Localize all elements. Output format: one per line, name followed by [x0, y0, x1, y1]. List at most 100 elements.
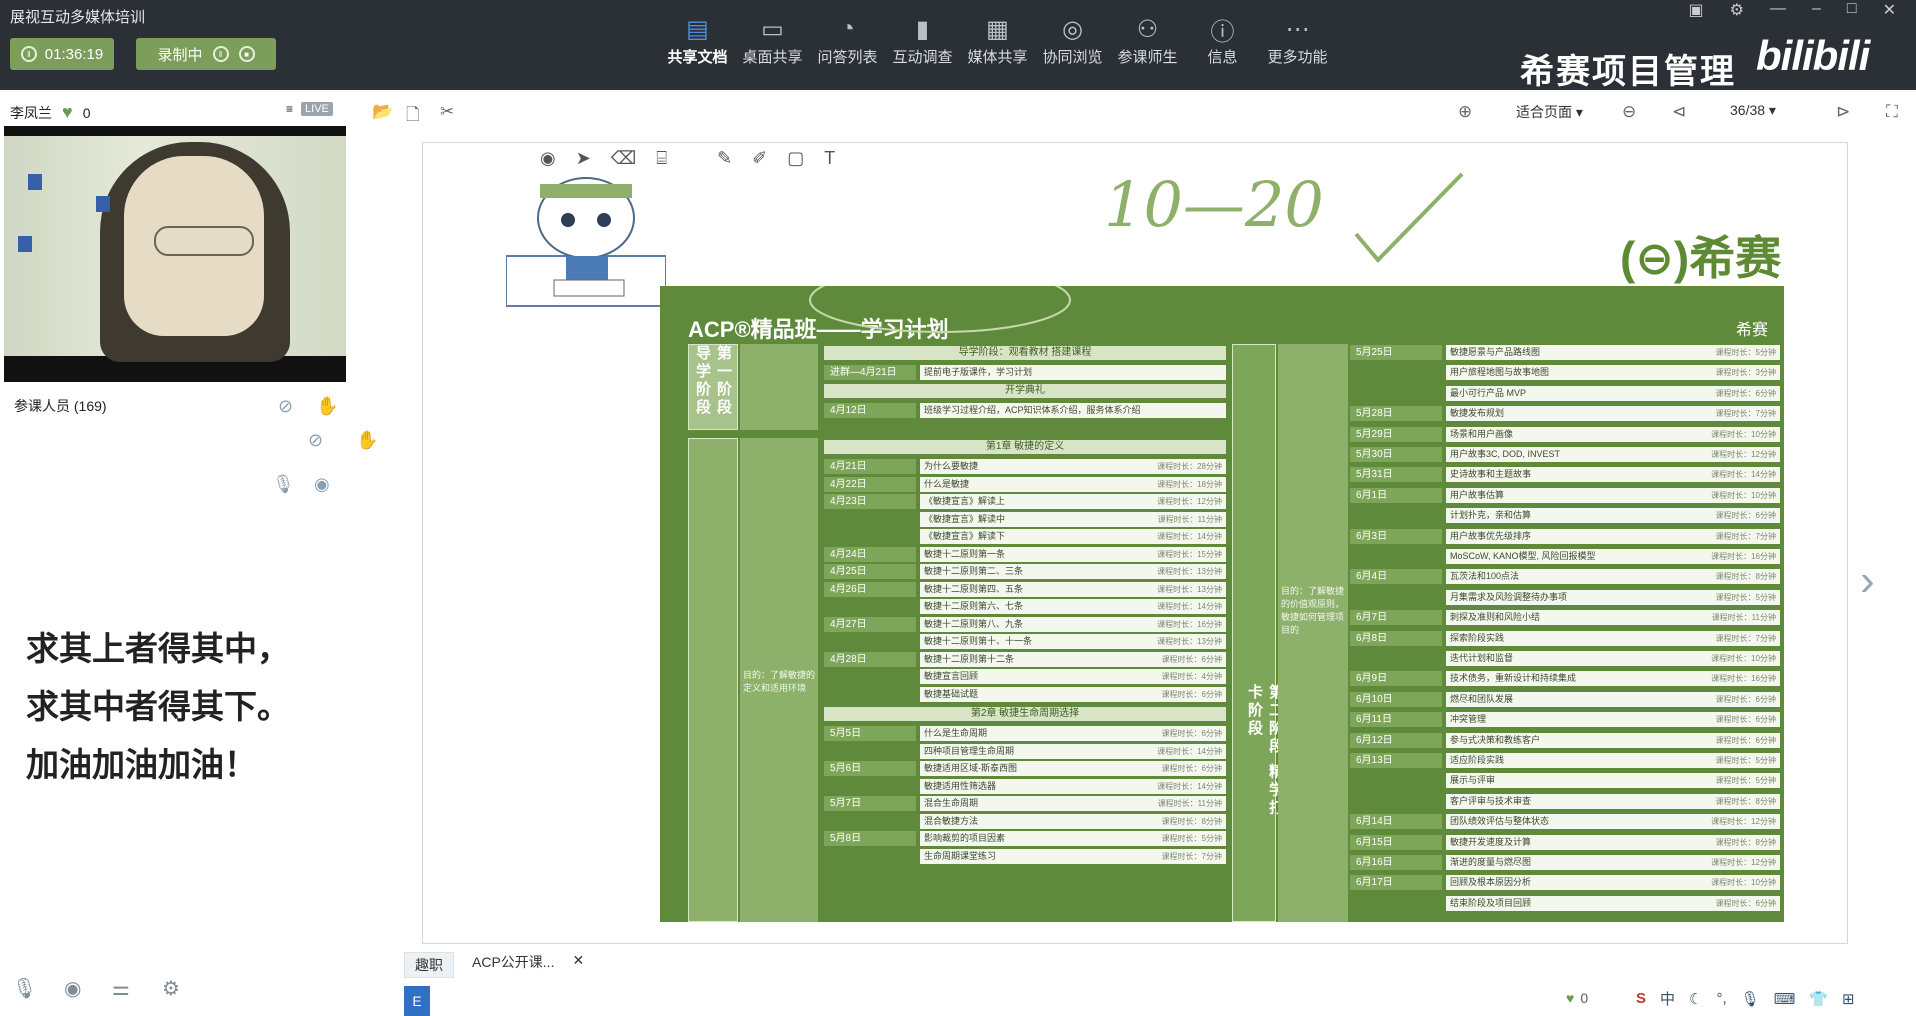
timer-button[interactable]: ‖ 01:36:19 — [10, 38, 114, 70]
nav-media-share[interactable]: ▦ 媒体共享 — [960, 12, 1035, 67]
nav-more[interactable]: ⋯ 更多功能 — [1260, 12, 1335, 67]
ime-mode[interactable]: 中 — [1660, 988, 1675, 1009]
zoom-select[interactable]: 适合页面 ▾ — [1516, 102, 1583, 122]
equalizer-icon[interactable]: ⚌ — [112, 976, 130, 1001]
stop-recording-icon[interactable]: ■ — [238, 46, 255, 62]
add-icon[interactable]: ⊕ — [1458, 102, 1472, 122]
table-row: 4月23日 《敏捷宣言》解读上 课程时长：12分钟 — [824, 493, 1226, 510]
menu-icon[interactable]: ≡ — [286, 102, 293, 116]
motto-line: 求其中者得其下。 — [26, 688, 290, 725]
mic-icon[interactable]: 🎙 — [12, 976, 37, 1001]
camera-icon[interactable]: ◉ — [314, 474, 330, 495]
grid-icon[interactable]: ⊞ — [1842, 990, 1855, 1008]
row-task: 敏捷愿景与产品路线图 课程时长：5分钟 — [1446, 345, 1780, 360]
prev-page-icon[interactable]: ⊲ — [1672, 102, 1686, 122]
maximize-icon[interactable]: □ — [1847, 0, 1857, 20]
pen-icon[interactable]: ✎ — [717, 148, 732, 169]
task-label: 结束阶段及项目回顾 — [1450, 897, 1532, 908]
table-row: 月集需求及风险调整待办事项 课程时长：5分钟 — [1350, 589, 1780, 606]
minimize-icon[interactable]: – — [1812, 0, 1821, 20]
row-task: 敏捷基础试题 课程时长：6分钟 — [920, 686, 1226, 702]
table-row: MoSCoW, KANO模型, 风险回报模型 课程时长：16分钟 — [1350, 548, 1780, 565]
hand-down-icon[interactable]: ✋ — [356, 430, 378, 451]
row-task: 参与式决策和教练客户 课程时长：6分钟 — [1446, 732, 1780, 748]
scissors-icon[interactable]: ✂ — [440, 102, 454, 122]
nav-survey[interactable]: ▮ 互动调查 — [885, 12, 960, 67]
heart-icon[interactable]: ♥ — [62, 102, 73, 123]
nav-share-document[interactable]: ▤ 共享文档 — [660, 12, 735, 67]
moon-icon[interactable]: ☾ — [1689, 990, 1702, 1008]
heart-icon: ♥ — [1566, 990, 1575, 1006]
open-folder-icon[interactable]: 📂 — [372, 102, 393, 122]
fullscreen-icon[interactable]: ⛶ — [1886, 102, 1898, 122]
new-file-icon[interactable]: 🗋 — [406, 102, 420, 131]
settings-icon[interactable]: ⚙ — [1730, 0, 1744, 20]
mute-all-icon[interactable]: ⊘ — [278, 396, 293, 417]
nav-participants[interactable]: ⚇ 参课师生 — [1110, 12, 1185, 67]
nav-desktop-share[interactable]: ▭ 桌面共享 — [735, 12, 810, 67]
zoom-value: 适合页面 — [1516, 104, 1572, 120]
likes-indicator[interactable]: ♥ 0 — [1566, 990, 1588, 1006]
eraser-icon[interactable]: ⌫ — [611, 148, 636, 169]
recording-button[interactable]: 录制中 ‖ ■ — [136, 38, 276, 70]
task-label: 渐进的度量与燃尽图 — [1450, 857, 1532, 867]
attendee-count[interactable]: 参课人员 (169) — [14, 396, 107, 416]
row-date: 4月23日 — [824, 494, 916, 509]
next-page-icon[interactable]: ⊳ — [1836, 102, 1850, 122]
taskbar-tag[interactable]: E — [404, 986, 430, 1016]
nav-qa-list[interactable]: ◔ 问答列表 — [810, 12, 885, 67]
doc-tab-1[interactable]: 趣职 — [404, 952, 454, 978]
row-task: 适应阶段实践 课程时长：5分钟 — [1446, 753, 1780, 768]
row-date: 6月8日 — [1350, 630, 1442, 646]
voice-icon[interactable]: 🎙 — [1741, 990, 1760, 1008]
row-task: 什么是敏捷 课程时长：18分钟 — [920, 476, 1226, 492]
table-row: 5月7日 混合生命周期 课程时长：11分钟 — [824, 795, 1226, 812]
settings-gear-icon[interactable]: ⚙ — [162, 976, 180, 1001]
nav-info[interactable]: ⓘ 信息 — [1185, 12, 1260, 67]
zoom-out-icon[interactable]: ⊖ — [1622, 102, 1636, 122]
text-icon[interactable]: T — [824, 148, 835, 169]
task-duration: 课程时长：5分钟 — [1715, 348, 1776, 357]
table-row: 5月6日 敏捷适用区域-斯泰西图 课程时长：6分钟 — [824, 760, 1226, 777]
skin-icon[interactable]: ▣ — [1689, 0, 1704, 20]
task-duration: 课程时长：16分钟 — [1711, 674, 1776, 684]
clear-icon[interactable]: ⌸ — [656, 148, 667, 169]
laser-icon[interactable]: ◉ — [540, 148, 556, 169]
row-date: 6月13日 — [1350, 753, 1442, 768]
doc-tab-2[interactable]: ACP公开课... — [472, 952, 554, 978]
live-indicator: ≡ LIVE — [286, 102, 333, 116]
bottom-bar — [0, 950, 1916, 1016]
task-label: 什么是生命周期 — [924, 728, 988, 738]
nav-co-browse[interactable]: ◎ 协同浏览 — [1035, 12, 1110, 67]
task-duration: 课程时长：7分钟 — [1161, 851, 1222, 861]
video-frame — [4, 136, 346, 362]
hand-raise-icon[interactable]: ✋ — [316, 396, 338, 417]
skin-icon[interactable]: 👕 — [1809, 990, 1828, 1008]
minimize-to-tray-icon[interactable]: — — [1770, 0, 1786, 20]
table-row: 5月29日 场景和用户画像 课程时长：10分钟 — [1350, 426, 1780, 443]
keyboard-icon[interactable]: ⌨ — [1774, 990, 1796, 1008]
pointer-icon[interactable]: ➤ — [576, 148, 591, 169]
table-row: 6月7日 刺探及准则和风险小结 课程时长：11分钟 — [1350, 609, 1780, 626]
pause-recording-icon[interactable]: ‖ — [212, 46, 229, 62]
row-date — [1350, 386, 1442, 401]
close-icon[interactable]: ✕ — [1883, 0, 1896, 20]
webcam-icon[interactable]: ◉ — [64, 976, 81, 1001]
document-icon: ▤ — [686, 15, 709, 43]
task-label: 用户故事估算 — [1450, 489, 1505, 500]
punctuation-icon[interactable]: °, — [1716, 990, 1726, 1007]
highlighter-icon[interactable]: ✐ — [752, 148, 767, 169]
task-label: 展示与评审 — [1450, 775, 1496, 786]
task-duration: 课程时长：6分钟 — [1715, 694, 1776, 704]
next-slide-arrow[interactable]: › — [1860, 556, 1875, 606]
ime-logo-icon[interactable]: S — [1636, 990, 1646, 1007]
microphone-icon[interactable]: 🎙 — [272, 474, 295, 495]
task-duration: 课程时长：10分钟 — [1711, 878, 1776, 888]
row-date: 6月1日 — [1350, 487, 1442, 503]
task-label: 敏捷适用性筛选器 — [924, 780, 997, 791]
close-tab-icon[interactable]: ✕ — [572, 952, 584, 978]
task-label: 客户评审与技术审查 — [1450, 795, 1532, 806]
rectangle-icon[interactable]: ▢ — [787, 148, 804, 169]
task-label: 混合生命周期 — [924, 798, 979, 808]
unmute-all-icon[interactable]: ⊘ — [308, 430, 323, 451]
